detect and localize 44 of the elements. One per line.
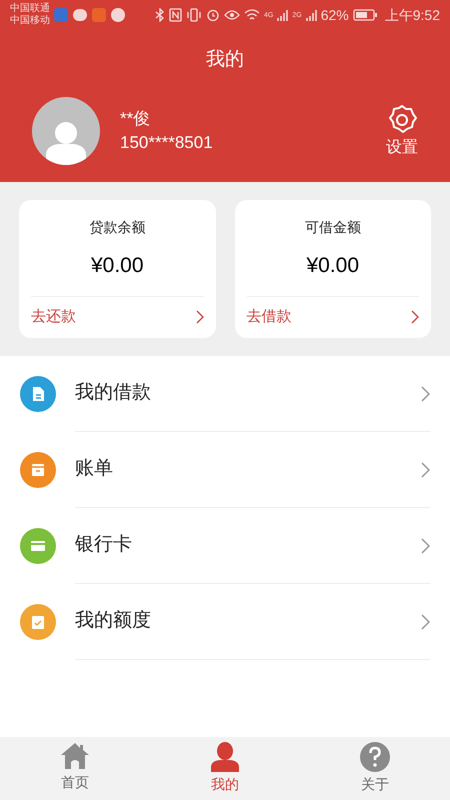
card-title: 可借金额 xyxy=(304,218,361,237)
nav-tab[interactable]: 首页 xyxy=(0,737,150,800)
menu-label: 我的额度 xyxy=(75,609,152,634)
settings-icon xyxy=(386,104,418,136)
vibrate-icon xyxy=(186,8,202,22)
carrier-name: 中国移动 xyxy=(10,15,50,27)
menu-item[interactable]: 我的借款 xyxy=(0,356,450,432)
settings-button[interactable]: 设置 xyxy=(386,104,418,158)
battery-icon xyxy=(352,9,377,21)
nav-tab[interactable]: 我的 xyxy=(150,737,300,800)
user-phone: 150****8501 xyxy=(120,132,213,154)
chevron-icon xyxy=(411,310,419,324)
person-icon xyxy=(210,742,240,772)
bluetooth-icon xyxy=(155,8,166,22)
carrier-name: 中国联通 xyxy=(10,3,50,14)
user-name: **俊 xyxy=(120,108,152,130)
signal-icon xyxy=(306,9,317,21)
help-icon xyxy=(360,742,390,772)
battery-percent: 62% xyxy=(320,6,349,24)
nav-tab[interactable]: 关于 xyxy=(300,737,450,800)
card-amount: ¥0.00 xyxy=(90,253,144,279)
card-action-link[interactable]: 去借款 xyxy=(246,296,419,338)
menu-item[interactable]: 我的额度 xyxy=(0,584,450,660)
clock-time: 上午9:52 xyxy=(384,6,440,24)
card-title: 贷款余额 xyxy=(89,218,146,237)
chevron-icon xyxy=(421,614,430,630)
home-icon xyxy=(60,742,90,770)
menu-label: 账单 xyxy=(75,457,114,482)
chevron-icon xyxy=(421,462,430,478)
menu-label: 我的借款 xyxy=(75,381,152,406)
chevron-icon xyxy=(421,386,430,402)
card-amount: ¥0.00 xyxy=(306,253,360,279)
chevron-icon xyxy=(421,538,430,554)
menu-label: 银行卡 xyxy=(75,533,133,558)
card-action-link[interactable]: 去还款 xyxy=(31,296,204,338)
chevron-icon xyxy=(196,310,204,324)
signal-icon xyxy=(277,9,288,21)
page-title: 我的 xyxy=(206,48,244,72)
eye-icon xyxy=(224,8,240,22)
wifi-icon xyxy=(244,8,260,22)
menu-item[interactable]: 账单 xyxy=(0,432,450,508)
menu-item[interactable]: 银行卡 xyxy=(0,508,450,584)
nfc-icon xyxy=(169,8,182,22)
alarm-icon xyxy=(206,8,220,22)
